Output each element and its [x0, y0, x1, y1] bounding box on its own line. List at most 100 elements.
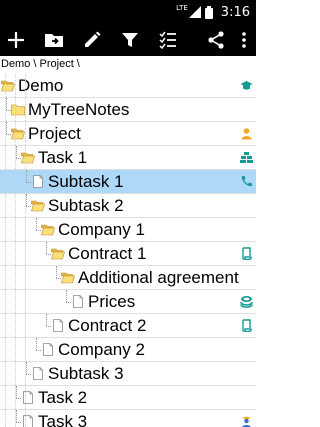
tree-row[interactable]: MyTreeNotes: [0, 98, 256, 122]
note-icon: [31, 367, 45, 380]
add-button[interactable]: [0, 24, 32, 56]
network-type: LTE: [176, 3, 188, 12]
tree-guide-line: [25, 74, 26, 427]
folder-open-icon: [31, 199, 45, 212]
tree-connector: [26, 206, 31, 207]
tree-connector: [6, 134, 11, 135]
note-icon: [21, 415, 35, 427]
contract-icon: [240, 247, 253, 261]
tree-connector: [46, 326, 51, 327]
share-button[interactable]: [200, 24, 232, 56]
signal-icon: [188, 6, 201, 18]
tree-connector: [46, 254, 51, 255]
pencil-icon: [85, 31, 101, 47]
note-icon: [51, 319, 65, 332]
tree-row-label: Task 2: [38, 388, 88, 407]
tree-row[interactable]: Additional agreement: [0, 266, 256, 290]
status-icons: LTE 3:16: [176, 3, 250, 21]
folder-open-icon: [11, 127, 25, 140]
tree-row[interactable]: Contract 1: [0, 242, 256, 266]
tree-connector: [26, 362, 27, 374]
tree-row-label: Subtask 1: [48, 172, 124, 191]
more-options-button[interactable]: [232, 24, 256, 56]
tree-row-label: Subtask 2: [48, 196, 124, 215]
person-icon: [240, 127, 253, 140]
tree-connector: [66, 290, 67, 302]
edit-button[interactable]: [76, 24, 108, 56]
toolbar: [0, 24, 256, 56]
tree-row[interactable]: Company 1: [0, 218, 256, 242]
tree-connector: [56, 266, 57, 278]
tree-connector: [26, 182, 31, 183]
tree-row-label: Task 1: [38, 148, 88, 167]
bricks-icon: [240, 151, 253, 164]
tree-connector: [6, 98, 7, 110]
status-bar: LTE 3:16: [0, 0, 256, 24]
tree-connector: [16, 146, 17, 158]
tree-row[interactable]: Subtask 1: [0, 170, 256, 194]
battery-icon: [204, 5, 213, 19]
tree-guide-line: [15, 74, 16, 427]
filter-button[interactable]: [114, 24, 146, 56]
contract-icon: [240, 319, 253, 333]
tree-connector: [16, 410, 17, 422]
note-icon: [31, 175, 45, 188]
tree-connector: [46, 314, 47, 326]
tree-row-label: Contract 2: [68, 316, 147, 335]
tree-guide-line: [5, 74, 6, 427]
tree-row-label: Project: [28, 124, 81, 143]
tree-row[interactable]: Task 3: [0, 410, 256, 427]
tree-row[interactable]: Task 2: [0, 386, 256, 410]
tree-row-label: Company 2: [58, 340, 145, 359]
folder-open-icon: [1, 79, 15, 92]
tree-connector: [16, 398, 21, 399]
tree-connector: [36, 230, 41, 231]
tree-connector: [26, 170, 27, 182]
tree-row[interactable]: Subtask 2: [0, 194, 256, 218]
worker-icon: [240, 415, 253, 427]
tree-row-label: Prices: [88, 292, 136, 311]
folder-open-icon: [21, 151, 35, 164]
tree-row-label: Additional agreement: [78, 268, 239, 287]
tree-connector: [36, 338, 37, 350]
phone-icon: [240, 175, 253, 188]
status-time: 3:16: [220, 4, 250, 20]
filter-icon: [122, 33, 138, 47]
tree-row[interactable]: Prices: [0, 290, 256, 314]
tree-row-label: Subtask 3: [48, 364, 124, 383]
folder-open-icon: [41, 223, 55, 236]
tree-row-label: Task 3: [38, 412, 88, 427]
tree-row[interactable]: Subtask 3: [0, 362, 256, 386]
folder-open-icon: [51, 247, 65, 260]
graduation-cap-icon: [240, 79, 253, 92]
tree-connector: [36, 350, 41, 351]
tree-connector: [46, 242, 47, 254]
share-icon: [208, 31, 224, 49]
tree-row[interactable]: Company 2: [0, 338, 256, 362]
tree-row[interactable]: Demo: [0, 74, 256, 98]
breadcrumb[interactable]: Demo \ Project \: [0, 56, 256, 72]
tree-row[interactable]: Task 1: [0, 146, 256, 170]
money-icon: [240, 295, 253, 308]
tree-row-label: Contract 1: [68, 244, 147, 263]
note-icon: [41, 343, 55, 356]
tree-row-label: MyTreeNotes: [28, 100, 130, 119]
tree-connector: [66, 302, 71, 303]
tree-connector: [56, 278, 61, 279]
tree-row[interactable]: Contract 2: [0, 314, 256, 338]
tree-row-label: Company 1: [58, 220, 145, 239]
more-vert-icon: [242, 32, 246, 48]
note-icon: [71, 295, 85, 308]
folder-move-icon: [45, 34, 63, 47]
plus-icon: [8, 32, 24, 48]
tree-connector: [6, 110, 11, 111]
tree-connector: [26, 374, 31, 375]
checklist-icon: [159, 31, 176, 50]
checklist-button[interactable]: [152, 24, 184, 56]
move-to-folder-button[interactable]: [38, 24, 70, 56]
tree-row[interactable]: Project: [0, 122, 256, 146]
tree-connector: [26, 194, 27, 206]
tree-connector: [16, 422, 21, 423]
tree-connector: [16, 386, 17, 398]
folder-icon: [11, 103, 25, 116]
